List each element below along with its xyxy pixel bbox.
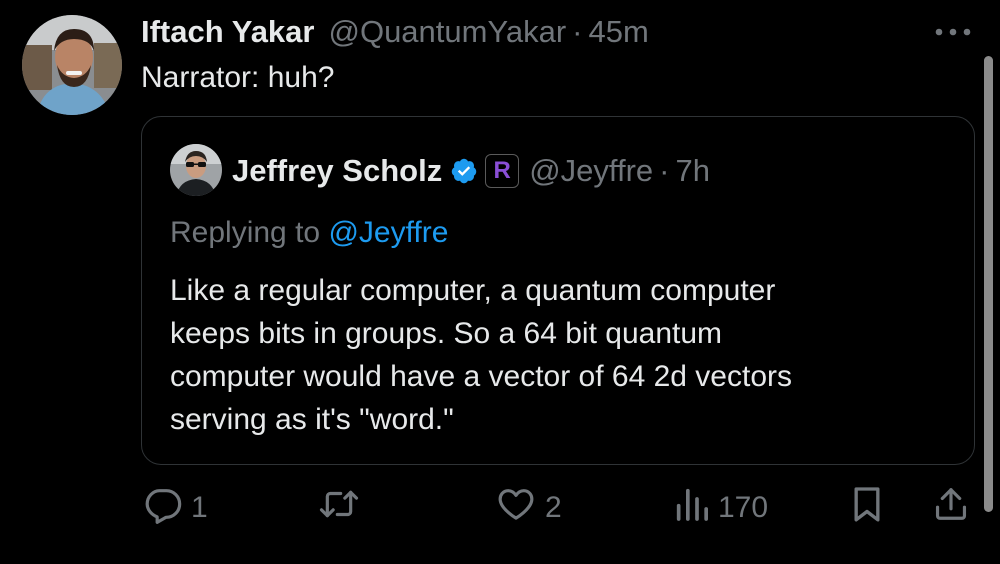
quoted-tweet-header: Jeffrey Scholz R @Jeyffre · 7h — [232, 151, 710, 191]
reply-button[interactable]: 1 — [143, 482, 208, 534]
quoted-text-line: keeps bits in groups. So a 64 bit quantu… — [170, 317, 723, 350]
separator-dot: · — [572, 14, 583, 49]
author-avatar[interactable] — [22, 15, 122, 115]
share-icon — [932, 484, 970, 532]
bookmark-icon — [849, 484, 885, 532]
action-bar: 1 2 170 — [0, 482, 1000, 534]
views-count: 170 — [718, 491, 769, 524]
author-handle[interactable]: @QuantumYakar — [328, 12, 566, 52]
quoted-author-handle[interactable]: @Jeyffre — [529, 151, 653, 191]
reply-icon — [143, 484, 183, 532]
bookmark-button[interactable] — [849, 482, 885, 534]
verified-badge-icon[interactable] — [450, 157, 478, 185]
quoted-tweet-text: Like a regular computer, a quantum compu… — [170, 269, 792, 441]
like-button[interactable]: 2 — [495, 482, 562, 534]
share-button[interactable] — [932, 482, 970, 534]
scrollbar-thumb[interactable] — [984, 56, 993, 512]
quoted-author-avatar[interactable] — [170, 144, 222, 196]
replying-to-mention[interactable]: @Jeyffre — [328, 216, 448, 249]
more-icon[interactable] — [930, 18, 976, 46]
views-button[interactable]: 170 — [674, 482, 768, 534]
reply-count: 1 — [191, 491, 208, 524]
quoted-tweet[interactable]: Jeffrey Scholz R @Jeyffre · 7h Replying … — [141, 116, 975, 465]
quoted-text-line: computer would have a vector of 64 2d ve… — [170, 360, 793, 393]
heart-icon — [495, 484, 537, 532]
repost-button[interactable] — [316, 482, 370, 534]
separator-dot: · — [659, 153, 670, 188]
replying-to-label: Replying to — [170, 216, 321, 249]
repost-icon — [316, 484, 362, 532]
tweet-text: Narrator: huh? — [141, 61, 335, 94]
affiliate-badge[interactable]: R — [485, 154, 520, 188]
tweet-timestamp[interactable]: 45m — [588, 12, 648, 52]
tweet-card[interactable]: Iftach Yakar @QuantumYakar · 45m Narrato… — [0, 0, 1000, 564]
quoted-text-line: serving as it's "word." — [170, 403, 454, 436]
like-count: 2 — [545, 491, 562, 524]
views-icon — [674, 484, 710, 532]
author-name[interactable]: Iftach Yakar — [141, 12, 314, 52]
replying-to-line: Replying to @Jeyffre — [170, 213, 448, 253]
tweet-header: Iftach Yakar @QuantumYakar · 45m — [141, 12, 649, 52]
quoted-tweet-timestamp[interactable]: 7h — [675, 151, 709, 191]
quoted-author-name[interactable]: Jeffrey Scholz — [232, 151, 442, 191]
quoted-text-line: Like a regular computer, a quantum compu… — [170, 274, 776, 307]
